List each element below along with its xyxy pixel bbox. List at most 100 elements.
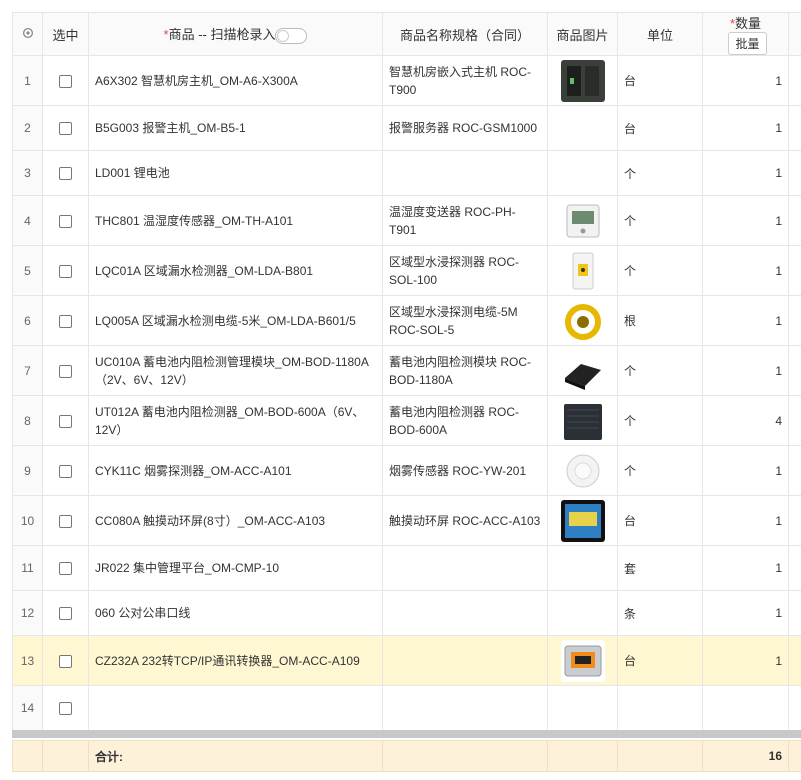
image-cell[interactable] (547, 245, 618, 296)
spec-cell[interactable]: 温湿度变送器 ROC-PH-T901 (382, 195, 548, 246)
product-cell[interactable]: A6X302 智慧机房主机_OM-A6-X300A (88, 55, 383, 106)
column-settings-button[interactable] (12, 12, 43, 56)
row-checkbox-cell[interactable] (42, 345, 89, 396)
product-cell[interactable]: UC010A 蓄电池内阻检测管理模块_OM-BOD-1180A（2V、6V、12… (88, 345, 383, 396)
qty-cell[interactable]: 1 (702, 195, 789, 246)
table-row[interactable]: 5 LQC01A 区域漏水检测器_OM-LDA-B801 区域型水浸探测器 ROC-… (12, 245, 801, 296)
product-thumbnail[interactable] (560, 449, 605, 492)
table-row[interactable]: 12 060 公对公串口线 条 1 (12, 590, 801, 636)
table-row[interactable]: 8 UT012A 蓄电池内阻检测器_OM-BOD-600A（6V、12V） 蓄电池内… (12, 395, 801, 446)
row-checkbox[interactable] (59, 364, 72, 378)
spec-cell[interactable] (382, 545, 548, 591)
qty-cell[interactable]: 1 (702, 105, 789, 151)
qty-cell[interactable] (702, 685, 789, 731)
row-checkbox-cell[interactable] (42, 55, 89, 106)
product-cell[interactable]: THC801 温湿度传感器_OM-TH-A101 (88, 195, 383, 246)
row-checkbox-cell[interactable] (42, 590, 89, 636)
product-thumbnail[interactable] (560, 499, 605, 542)
table-row[interactable]: 11 JR022 集中管理平台_OM-CMP-10 套 1 (12, 545, 801, 591)
row-checkbox-cell[interactable] (42, 495, 89, 546)
image-cell[interactable] (547, 150, 618, 196)
image-cell[interactable] (547, 495, 618, 546)
unit-cell[interactable]: 台 (617, 635, 703, 686)
product-cell[interactable] (88, 685, 383, 731)
spec-cell[interactable] (382, 590, 548, 636)
qty-cell[interactable]: 1 (702, 635, 789, 686)
qty-cell[interactable]: 1 (702, 495, 789, 546)
image-cell[interactable] (547, 545, 618, 591)
unit-cell[interactable]: 根 (617, 295, 703, 346)
table-row[interactable]: 13 CZ232A 232转TCP/IP通讯转换器_OM-ACC-A109 台 1 (12, 635, 801, 686)
table-row[interactable]: 14 (12, 685, 801, 731)
row-checkbox-cell[interactable] (42, 395, 89, 446)
row-checkbox-cell[interactable] (42, 545, 89, 591)
row-checkbox[interactable] (59, 514, 72, 528)
table-row[interactable]: 6 LQ005A 区域漏水检测电缆-5米_OM-LDA-B601/5 区域型水浸探测… (12, 295, 801, 346)
image-cell[interactable] (547, 445, 618, 496)
image-cell[interactable] (547, 55, 618, 106)
unit-cell[interactable]: 台 (617, 55, 703, 106)
row-checkbox-cell[interactable] (42, 105, 89, 151)
row-checkbox[interactable] (59, 607, 72, 621)
image-cell[interactable] (547, 195, 618, 246)
row-checkbox[interactable] (59, 214, 72, 228)
row-checkbox-cell[interactable] (42, 445, 89, 496)
product-cell[interactable]: B5G003 报警主机_OM-B5-1 (88, 105, 383, 151)
spec-cell[interactable] (382, 685, 548, 731)
unit-cell[interactable]: 个 (617, 195, 703, 246)
image-cell[interactable] (547, 105, 618, 151)
qty-cell[interactable]: 4 (702, 395, 789, 446)
product-cell[interactable]: LQ005A 区域漏水检测电缆-5米_OM-LDA-B601/5 (88, 295, 383, 346)
spec-cell[interactable]: 触摸动环屏 ROC-ACC-A103 (382, 495, 548, 546)
product-cell[interactable]: LD001 锂电池 (88, 150, 383, 196)
spec-cell[interactable]: 烟雾传感器 ROC-YW-201 (382, 445, 548, 496)
product-cell[interactable]: CZ232A 232转TCP/IP通讯转换器_OM-ACC-A109 (88, 635, 383, 686)
row-checkbox-cell[interactable] (42, 295, 89, 346)
row-checkbox[interactable] (59, 464, 72, 478)
qty-cell[interactable]: 1 (702, 55, 789, 106)
table-row[interactable]: 10 CC080A 触摸动环屏(8寸）_OM-ACC-A103 触摸动环屏 ROC-… (12, 495, 801, 546)
batch-button[interactable]: 批量 (728, 32, 767, 55)
qty-cell[interactable]: 1 (702, 295, 789, 346)
unit-cell[interactable]: 个 (617, 150, 703, 196)
table-row[interactable]: 3 LD001 锂电池 个 1 (12, 150, 801, 196)
spec-cell[interactable] (382, 635, 548, 686)
unit-cell[interactable]: 个 (617, 395, 703, 446)
product-cell[interactable]: LQC01A 区域漏水检测器_OM-LDA-B801 (88, 245, 383, 296)
unit-cell[interactable]: 台 (617, 105, 703, 151)
product-thumbnail[interactable] (560, 199, 605, 242)
image-cell[interactable] (547, 685, 618, 731)
row-checkbox-cell[interactable] (42, 150, 89, 196)
image-cell[interactable] (547, 345, 618, 396)
row-checkbox-cell[interactable] (42, 635, 89, 686)
qty-cell[interactable]: 1 (702, 545, 789, 591)
qty-cell[interactable]: 1 (702, 150, 789, 196)
unit-cell[interactable]: 个 (617, 345, 703, 396)
product-thumbnail[interactable] (560, 349, 605, 392)
unit-cell[interactable]: 套 (617, 545, 703, 591)
spec-cell[interactable]: 蓄电池内阻检测器 ROC-BOD-600A (382, 395, 548, 446)
image-cell[interactable] (547, 635, 618, 686)
row-checkbox[interactable] (59, 562, 72, 576)
row-checkbox[interactable] (59, 314, 72, 328)
row-checkbox[interactable] (59, 122, 72, 136)
product-thumbnail[interactable] (560, 399, 605, 442)
row-checkbox[interactable] (59, 414, 72, 428)
product-thumbnail[interactable] (560, 639, 605, 682)
table-row[interactable]: 9 CYK11C 烟雾探测器_OM-ACC-A101 烟雾传感器 ROC-YW-20… (12, 445, 801, 496)
table-row[interactable]: 7 UC010A 蓄电池内阻检测管理模块_OM-BOD-1180A（2V、6V、1… (12, 345, 801, 396)
table-row[interactable]: 4 THC801 温湿度传感器_OM-TH-A101 温湿度变送器 ROC-PH-T… (12, 195, 801, 246)
spec-cell[interactable]: 区域型水浸探测电缆-5M ROC-SOL-5 (382, 295, 548, 346)
spec-cell[interactable] (382, 150, 548, 196)
product-thumbnail[interactable] (560, 59, 605, 102)
scan-input-toggle[interactable] (275, 27, 308, 44)
product-cell[interactable]: UT012A 蓄电池内阻检测器_OM-BOD-600A（6V、12V） (88, 395, 383, 446)
unit-cell[interactable] (617, 685, 703, 731)
spec-cell[interactable]: 区域型水浸探测器 ROC-SOL-100 (382, 245, 548, 296)
product-thumbnail[interactable] (560, 249, 605, 292)
unit-cell[interactable]: 个 (617, 445, 703, 496)
table-row[interactable]: 2 B5G003 报警主机_OM-B5-1 报警服务器 ROC-GSM1000 台 1 (12, 105, 801, 151)
row-checkbox-cell[interactable] (42, 685, 89, 731)
product-cell[interactable]: CC080A 触摸动环屏(8寸）_OM-ACC-A103 (88, 495, 383, 546)
spec-cell[interactable]: 智慧机房嵌入式主机 ROC-T900 (382, 55, 548, 106)
